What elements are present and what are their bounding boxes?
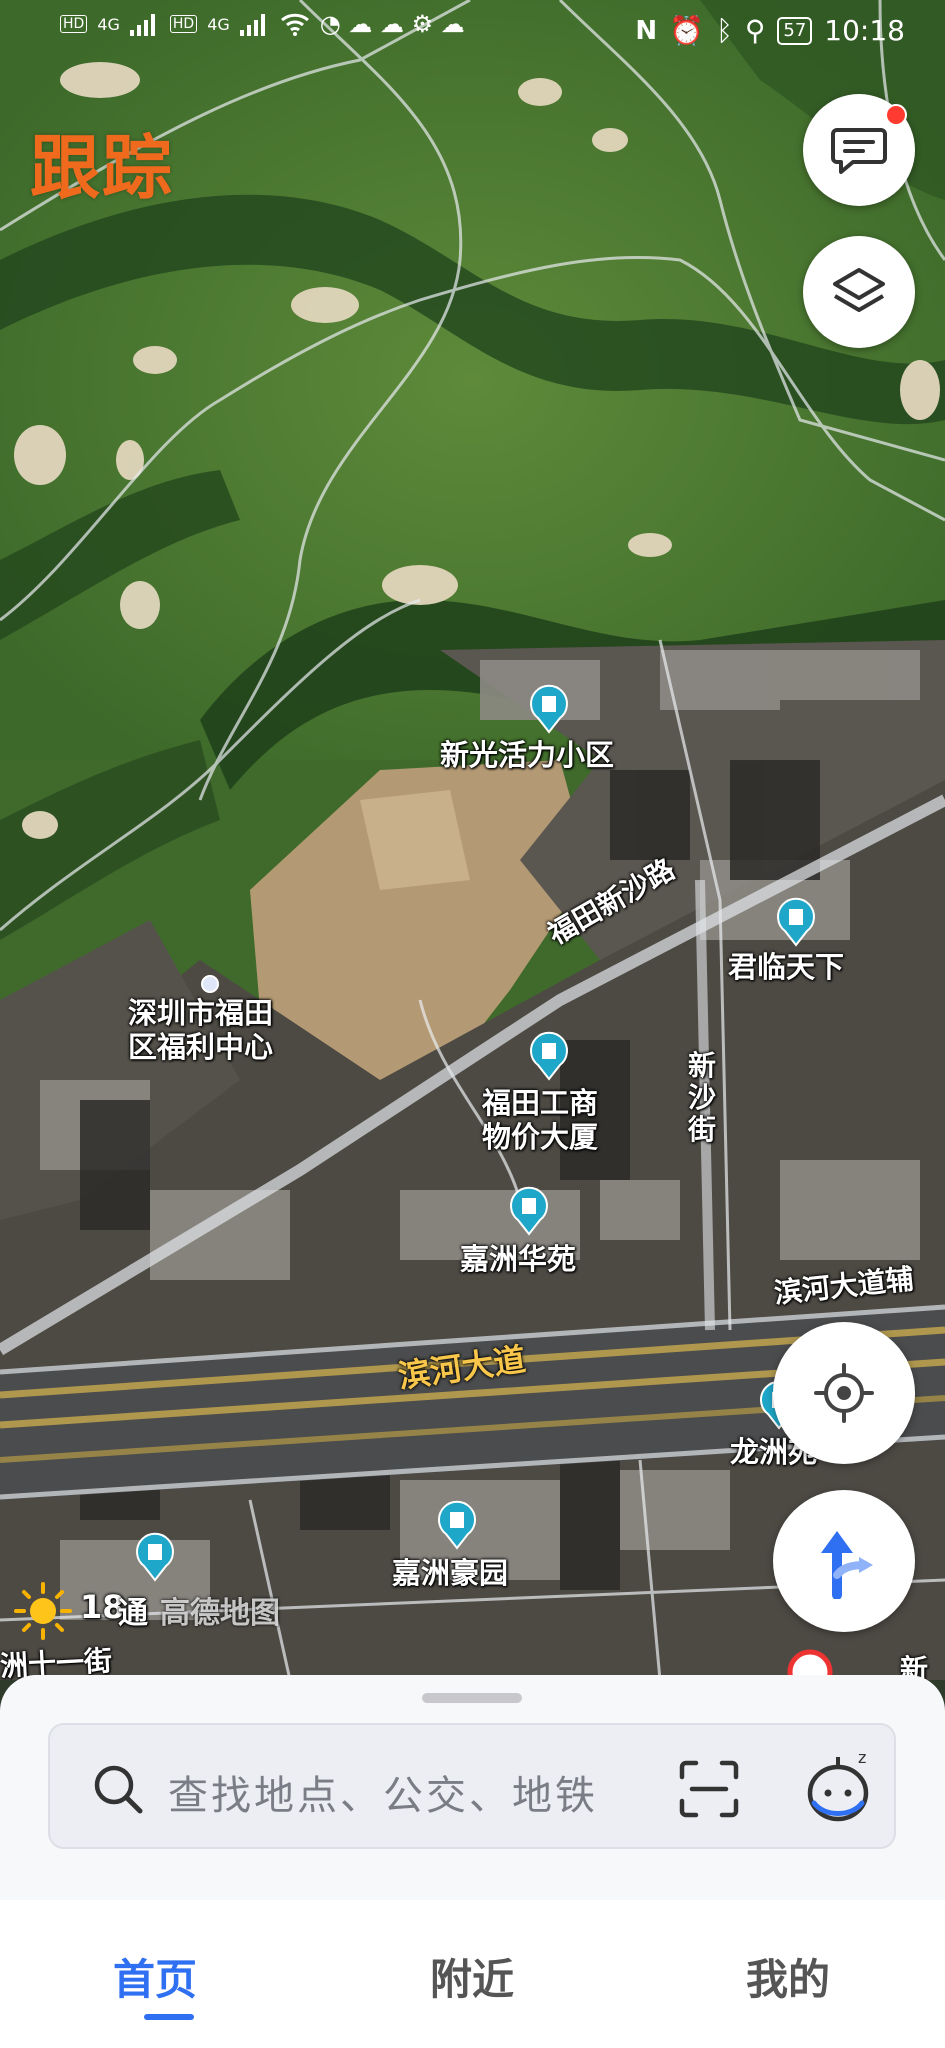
wifi-icon xyxy=(280,13,309,36)
amap-watermark: 高德地图 xyxy=(160,1596,280,1631)
poi-pin-icon[interactable] xyxy=(436,1500,478,1550)
map-layers-button[interactable] xyxy=(803,236,915,348)
assistant-icon[interactable]: z xyxy=(798,1747,880,1829)
poi-pin-icon[interactable] xyxy=(775,897,817,947)
chat-bubble-icon xyxy=(831,128,887,174)
signal-4g-label-2: 4G xyxy=(207,14,230,34)
tab-mine[interactable]: 我的 xyxy=(746,1946,830,2007)
tab-nearby[interactable]: 附近 xyxy=(430,1946,514,2007)
locate-me-button[interactable] xyxy=(773,1322,915,1464)
crosshair-icon xyxy=(814,1363,874,1423)
status-bar: HD 4G HD 4G ◔ ☁ ☁ ⚙ ☁ N ⏰ ᛒ ⚲ 57 10:18 xyxy=(0,0,945,66)
poi-label-xinguang[interactable]: 新光活力小区 xyxy=(440,738,614,772)
clock: 10:18 xyxy=(824,14,905,47)
poi-label-junlin[interactable]: 君临天下 xyxy=(728,950,844,984)
alarm-icon: ⏰ xyxy=(669,14,705,47)
layers-icon xyxy=(833,268,885,312)
bottom-tab-bar[interactable]: 首页 附近 我的 xyxy=(0,1900,945,2048)
nfc-icon: N xyxy=(635,15,658,46)
poi-pin-icon[interactable] xyxy=(508,1186,550,1236)
poi-pin-icon[interactable] xyxy=(528,684,570,734)
battery-icon: 57 xyxy=(777,16,813,45)
bluetooth-icon: ᛒ xyxy=(716,14,733,47)
route-arrow-icon xyxy=(821,1531,873,1599)
tab-home[interactable]: 首页 xyxy=(113,1946,197,2007)
status-right: N ⏰ ᛒ ⚲ 57 10:18 xyxy=(635,14,905,47)
route-button[interactable] xyxy=(773,1490,915,1632)
signal-4g-label: 4G xyxy=(97,14,120,34)
brand-overlay-text: 跟踪 xyxy=(30,127,174,209)
hd-indicator: HD xyxy=(60,15,88,33)
sheet-drag-handle[interactable] xyxy=(422,1693,522,1703)
partial-label: 通 xyxy=(118,1596,148,1631)
poi-label-jiazhou-huayuan[interactable]: 嘉洲华苑 xyxy=(460,1242,576,1276)
signal-icon xyxy=(239,14,265,36)
poi-dot-icon[interactable] xyxy=(201,975,219,993)
sun-icon xyxy=(14,1582,72,1640)
active-tab-indicator xyxy=(144,2014,194,2020)
poi-pin-icon[interactable] xyxy=(134,1532,176,1582)
network-indicators: HD 4G HD 4G ◔ ☁ ☁ ⚙ ☁ xyxy=(60,10,465,38)
road-label-zhou11: 洲十一街 xyxy=(0,1644,113,1680)
search-bar[interactable]: 查找地点、公交、地铁 z xyxy=(48,1723,896,1849)
search-icon xyxy=(94,1765,143,1814)
app-notification-icons: ◔ ☁ ☁ ⚙ ☁ xyxy=(319,10,465,38)
svg-text:z: z xyxy=(858,1748,866,1767)
search-placeholder[interactable]: 查找地点、公交、地铁 xyxy=(168,1763,598,1821)
location-icon: ⚲ xyxy=(744,14,766,47)
notification-dot xyxy=(885,104,907,126)
poi-label-welfare-center[interactable]: 深圳市福田 区福利中心 xyxy=(128,996,273,1064)
hd-indicator-2: HD xyxy=(169,15,198,33)
poi-label-futian-building[interactable]: 福田工商 物价大厦 xyxy=(482,1086,598,1154)
poi-pin-icon[interactable] xyxy=(528,1031,570,1081)
poi-label-jiazhou-haoyuan[interactable]: 嘉洲豪园 xyxy=(392,1556,508,1590)
messages-button[interactable] xyxy=(803,94,915,206)
scan-icon[interactable] xyxy=(678,1759,740,1819)
road-label-xinsha-street: 新 沙 街 xyxy=(688,1049,717,1146)
signal-icon xyxy=(129,14,155,36)
